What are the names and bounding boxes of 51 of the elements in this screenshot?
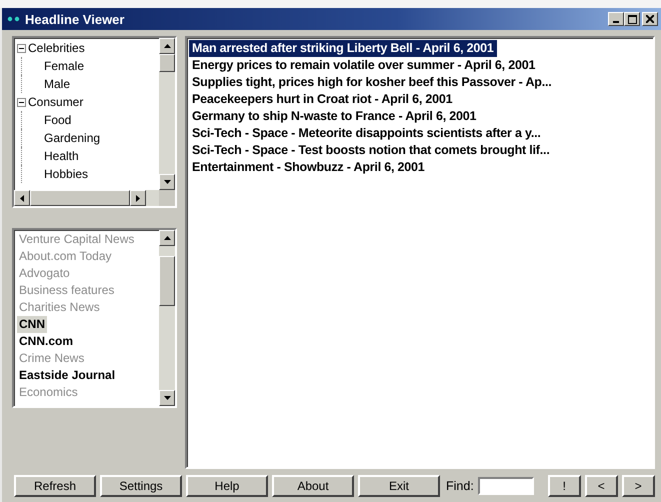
- headline-item[interactable]: Man arrested after striking Liberty Bell - April 6, 2001: [189, 40, 497, 57]
- close-icon: [646, 15, 654, 23]
- up-arrow-icon[interactable]: [164, 236, 170, 240]
- scroll-thumb[interactable]: [159, 54, 175, 72]
- right-arrow-icon[interactable]: [136, 194, 140, 202]
- find-label: Find:: [446, 479, 474, 493]
- tree-item[interactable]: Health: [44, 149, 79, 163]
- headline-item[interactable]: Peacekeepers hurt in Croat riot - April 6, 2001: [189, 91, 456, 108]
- headline-item[interactable]: Sci-Tech - Space - Test boosts notion that comets brought lif...: [189, 142, 553, 159]
- scroll-thumb[interactable]: [159, 256, 175, 306]
- headline-item[interactable]: Germany to ship N-waste to France - April 6, 2001: [189, 108, 480, 125]
- tree-item[interactable]: Hobbies: [44, 167, 88, 181]
- source-item[interactable]: CNN: [17, 316, 47, 333]
- nav-button[interactable]: >: [622, 475, 655, 497]
- down-arrow-icon[interactable]: [164, 180, 170, 184]
- source-item[interactable]: Eastside Journal: [17, 367, 118, 384]
- nav-button[interactable]: !: [548, 475, 581, 497]
- close-button[interactable]: [642, 12, 658, 26]
- minimize-button[interactable]: [608, 12, 624, 26]
- tree-item[interactable]: Celebrities: [28, 41, 85, 55]
- find-field[interactable]: [478, 477, 534, 495]
- nav-button[interactable]: <: [584, 475, 618, 497]
- horizontal-scrollbar[interactable]: [14, 190, 175, 206]
- toolbar-button[interactable]: Settings: [100, 475, 182, 497]
- headline-item[interactable]: Supplies tight, prices high for kosher beef this Passover - Ap...: [189, 74, 555, 91]
- toolbar-button[interactable]: Refresh: [14, 475, 96, 497]
- headline-item[interactable]: Sci-Tech - Space - Meteorite disappoints scientists after a y...: [189, 125, 544, 142]
- down-arrow-icon[interactable]: [164, 396, 170, 400]
- scroll-thumb[interactable]: [30, 190, 130, 206]
- tree-item[interactable]: Food: [44, 113, 72, 127]
- toolbar-button[interactable]: Exit: [358, 475, 440, 497]
- tree-item[interactable]: Female: [44, 59, 84, 73]
- source-item[interactable]: CNN.com: [17, 333, 76, 350]
- collapse-icon[interactable]: [17, 98, 26, 106]
- vertical-scrollbar[interactable]: [159, 230, 175, 406]
- maximize-button[interactable]: [624, 12, 640, 26]
- tree-item[interactable]: Consumer: [28, 95, 84, 109]
- headline-item[interactable]: Energy prices to remain volatile over summer - April 6, 2001: [189, 57, 538, 74]
- toolbar-button[interactable]: Help: [186, 475, 268, 497]
- collapse-icon[interactable]: [17, 44, 26, 52]
- up-arrow-icon[interactable]: [164, 44, 170, 48]
- tree-item[interactable]: Gardening: [44, 131, 100, 145]
- dots-icon: [7, 16, 21, 22]
- toolbar-button[interactable]: About: [272, 475, 354, 497]
- tree-item[interactable]: Male: [44, 77, 70, 91]
- maximize-icon: [628, 14, 636, 24]
- window-title: Headline Viewer: [25, 12, 126, 26]
- headline-item[interactable]: Entertainment - Showbuzz - April 6, 2001: [189, 159, 428, 176]
- scrollbar-corner: [159, 190, 175, 206]
- vertical-scrollbar[interactable]: [159, 38, 175, 190]
- left-arrow-icon[interactable]: [20, 194, 24, 202]
